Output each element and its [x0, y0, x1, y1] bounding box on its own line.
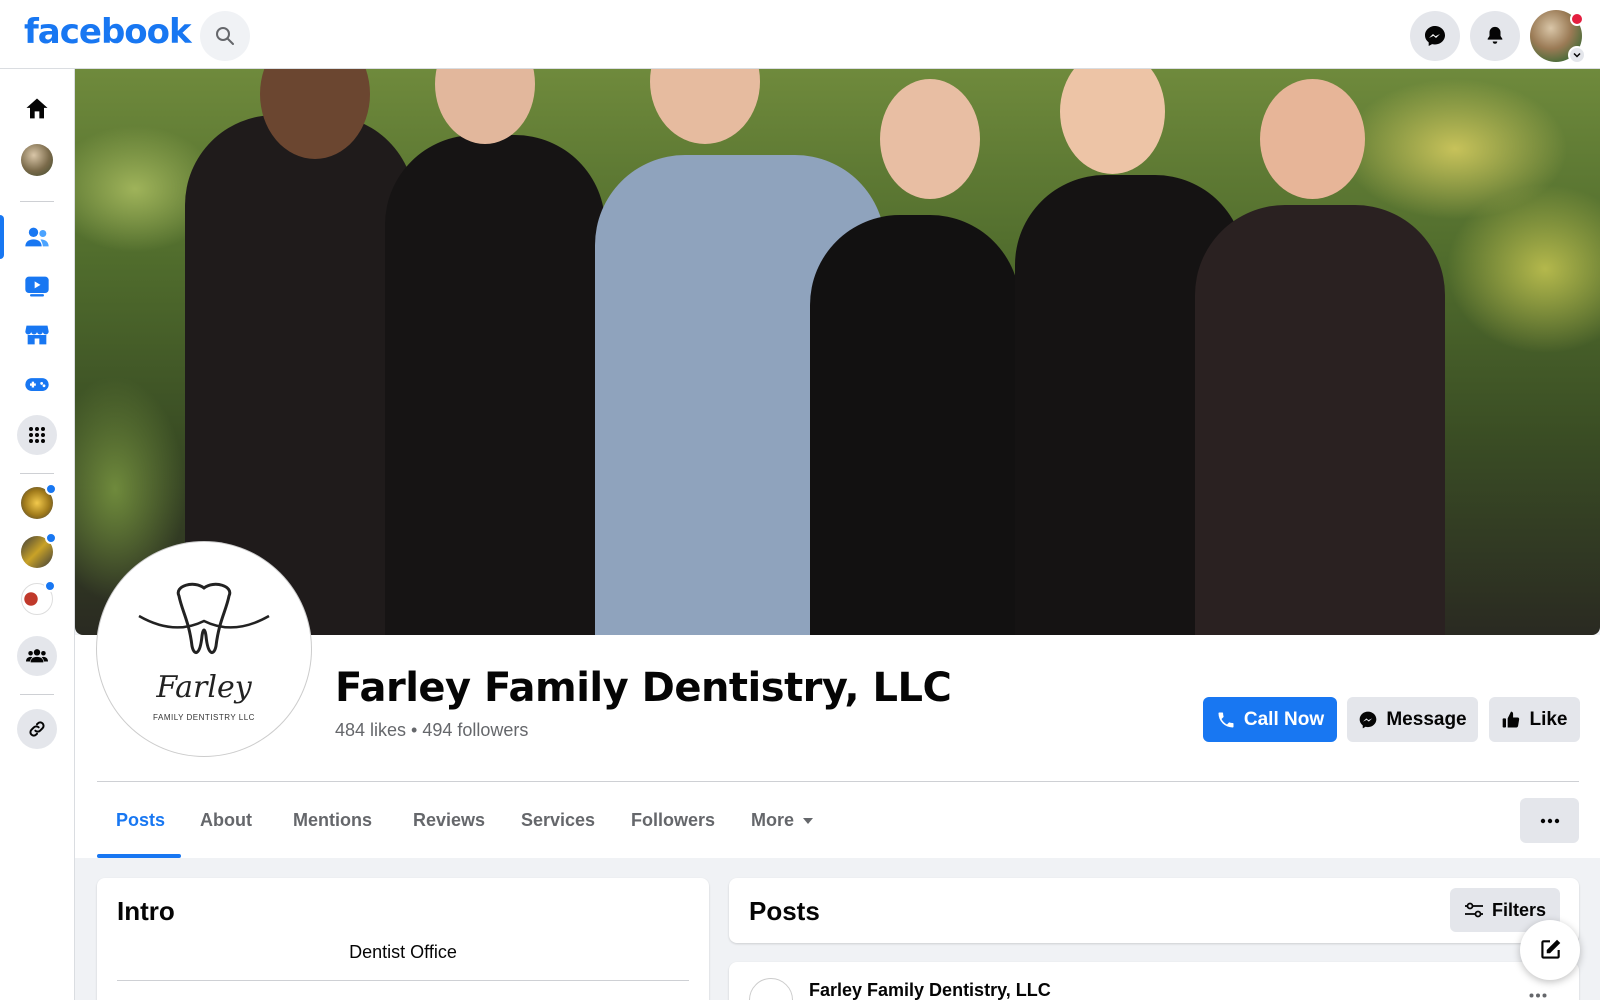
account-avatar[interactable]	[1530, 10, 1586, 64]
cover-photo[interactable]	[75, 69, 1600, 635]
link-icon	[29, 721, 45, 737]
tooth-logo-icon	[138, 582, 270, 655]
new-message-button[interactable]	[1520, 920, 1580, 980]
unread-dot	[45, 483, 57, 495]
tab-services[interactable]: Services	[521, 810, 595, 831]
link-button[interactable]	[17, 709, 57, 749]
groups-icon	[26, 649, 48, 663]
marketplace-button[interactable]	[17, 315, 57, 355]
page-options-button[interactable]	[1520, 798, 1579, 843]
active-tab-indicator	[97, 854, 181, 858]
more-horizontal-icon	[1529, 993, 1547, 998]
message-button[interactable]: Message	[1347, 697, 1478, 742]
search-button[interactable]	[200, 11, 250, 61]
unread-dot	[44, 580, 56, 592]
intro-title: Intro	[117, 896, 175, 926]
friends-icon	[25, 227, 49, 247]
page-stats[interactable]: 484 likes • 494 followers	[335, 720, 528, 741]
menu-grid-icon	[29, 427, 45, 443]
tab-reviews[interactable]: Reviews	[413, 810, 485, 831]
facebook-logo[interactable]: facebook	[24, 12, 192, 52]
messenger-icon	[1425, 26, 1445, 46]
call-now-button[interactable]: Call Now	[1203, 697, 1337, 742]
shortcut-2[interactable]	[21, 532, 57, 568]
chevron-down-icon	[1568, 46, 1586, 64]
page-title: Farley Family Dentistry, LLC	[335, 665, 952, 711]
search-icon	[216, 27, 234, 45]
thumbs-up-icon	[1503, 711, 1520, 727]
tab-mentions[interactable]: Mentions	[293, 810, 372, 831]
like-label: Like	[1529, 708, 1568, 730]
post-options-button[interactable]	[1529, 982, 1547, 1000]
like-button[interactable]: Like	[1489, 697, 1580, 742]
friends-button[interactable]	[17, 217, 57, 257]
logo-script-text: Farley	[156, 670, 252, 705]
active-indicator	[0, 215, 4, 259]
filters-label: Filters	[1491, 899, 1547, 920]
post-card: Farley Family Dentistry, LLC	[729, 962, 1579, 1000]
phone-icon	[1218, 712, 1234, 727]
unread-dot	[45, 532, 57, 544]
post-author-avatar[interactable]	[749, 978, 793, 1000]
filters-icon	[1464, 902, 1483, 918]
notification-dot	[1570, 12, 1584, 26]
top-navigation-bar: facebook	[0, 0, 1600, 69]
watch-button[interactable]	[17, 266, 57, 306]
tab-more[interactable]: More	[751, 810, 814, 831]
posts-header-card: Posts Filters	[729, 878, 1579, 943]
tab-about[interactable]: About	[200, 810, 252, 831]
logo-subtitle: FAMILY DENTISTRY LLC	[153, 713, 255, 722]
call-now-label: Call Now	[1243, 708, 1325, 730]
messenger-icon	[1360, 711, 1377, 728]
caret-down-icon	[803, 817, 814, 824]
rail-separator	[20, 201, 54, 202]
bell-icon	[1487, 26, 1503, 44]
message-label: Message	[1386, 708, 1467, 730]
compose-icon	[1541, 939, 1561, 959]
rail-separator	[20, 694, 54, 695]
notifications-button[interactable]	[1470, 11, 1520, 61]
tab-more-label: More	[751, 810, 795, 830]
home-button[interactable]	[17, 89, 57, 129]
intro-divider	[117, 980, 689, 981]
menu-button[interactable]	[17, 415, 57, 455]
cover-person	[1195, 205, 1445, 635]
profile-picture[interactable]: Farley FAMILY DENTISTRY LLC	[97, 542, 311, 756]
tab-posts[interactable]: Posts	[116, 810, 165, 831]
rail-separator	[20, 473, 54, 474]
cover-person	[810, 215, 1020, 635]
left-navigation-rail	[0, 69, 75, 1000]
shortcut-1[interactable]	[21, 483, 57, 519]
profile-avatar[interactable]	[21, 144, 53, 176]
posts-title: Posts	[749, 896, 820, 926]
home-icon	[26, 98, 48, 119]
cover-person-head	[1260, 79, 1365, 199]
header-divider	[97, 781, 1579, 782]
tab-followers[interactable]: Followers	[631, 810, 715, 831]
intro-card: Intro Dentist Office	[97, 878, 709, 1000]
shortcut-3[interactable]	[21, 580, 56, 615]
cover-person-head	[880, 79, 980, 199]
more-horizontal-icon	[1540, 818, 1559, 823]
cover-person	[385, 135, 605, 635]
marketplace-icon	[25, 325, 49, 345]
post-author-name[interactable]: Farley Family Dentistry, LLC	[809, 980, 1051, 1000]
watch-icon	[25, 276, 49, 297]
gaming-button[interactable]	[17, 364, 57, 404]
gaming-icon	[25, 378, 49, 391]
groups-button[interactable]	[17, 636, 57, 676]
messenger-button[interactable]	[1410, 11, 1460, 61]
intro-category: Dentist Office	[349, 942, 457, 962]
